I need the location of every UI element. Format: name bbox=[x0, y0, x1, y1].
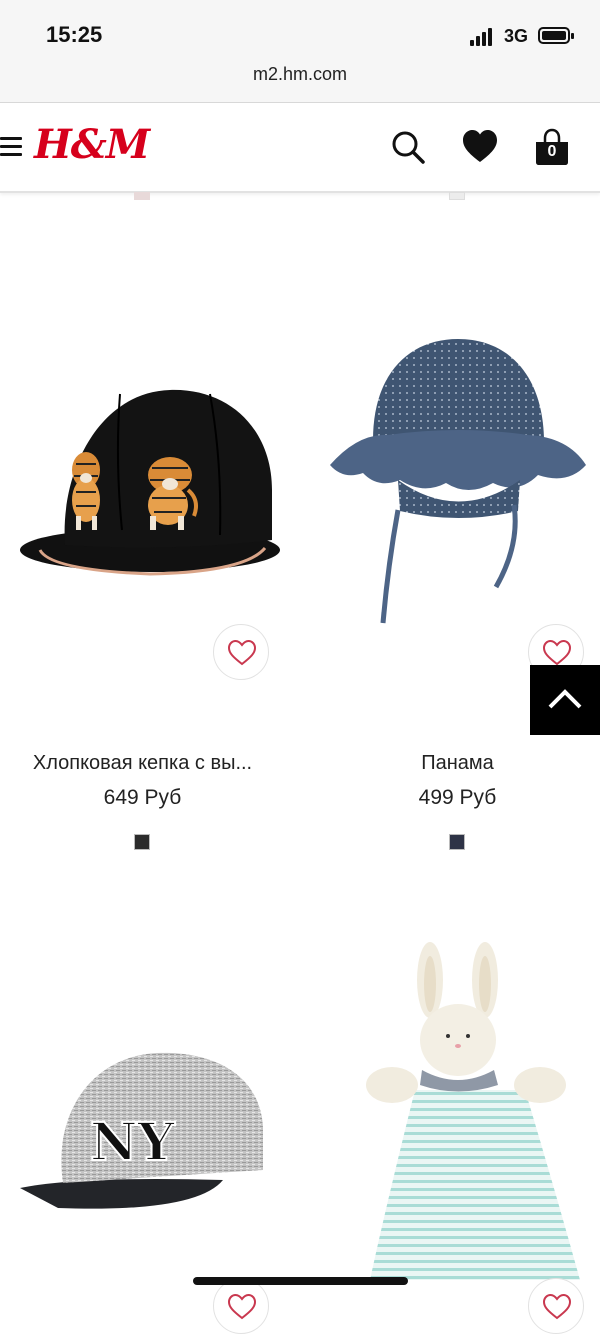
heart-outline-icon bbox=[227, 1293, 257, 1320]
product-image-bunny[interactable] bbox=[360, 940, 590, 1295]
product-image-hat[interactable] bbox=[328, 335, 590, 635]
site-header: H&M 0 bbox=[0, 103, 600, 193]
color-swatch[interactable] bbox=[449, 834, 465, 850]
home-indicator[interactable] bbox=[193, 1277, 408, 1285]
product-name[interactable]: Панама bbox=[315, 752, 600, 775]
color-swatch[interactable] bbox=[449, 192, 465, 200]
scroll-top-button[interactable] bbox=[530, 665, 600, 735]
search-icon[interactable] bbox=[388, 125, 428, 169]
color-swatch[interactable] bbox=[134, 192, 150, 200]
heart-outline-icon bbox=[542, 1293, 572, 1320]
wishlist-button[interactable] bbox=[213, 624, 269, 680]
product-price: 499 Руб bbox=[418, 786, 497, 809]
svg-text:NY: NY bbox=[90, 1112, 176, 1173]
address-bar[interactable]: m2.hm.com bbox=[0, 64, 600, 85]
battery-icon bbox=[538, 27, 574, 44]
signal-icon bbox=[470, 28, 496, 46]
hm-logo[interactable]: H&M bbox=[34, 121, 150, 168]
product-name[interactable]: Хлопковая кепка с вы... bbox=[0, 752, 285, 775]
wishlist-button[interactable] bbox=[213, 1278, 269, 1334]
heart-outline-icon bbox=[542, 639, 572, 666]
color-swatch[interactable] bbox=[134, 834, 150, 850]
heart-outline-icon bbox=[227, 639, 257, 666]
network-type: 3G bbox=[504, 26, 529, 46]
chevron-up-icon bbox=[548, 689, 582, 709]
wishlist-button[interactable] bbox=[528, 1278, 584, 1334]
product-price: 649 Руб bbox=[103, 786, 182, 809]
heart-icon[interactable] bbox=[460, 125, 500, 169]
product-image-cap[interactable] bbox=[10, 380, 290, 595]
product-image-ny-cap[interactable]: NY bbox=[18, 1048, 268, 1218]
cart-count: 0 bbox=[547, 143, 557, 160]
status-bar: 15:25 3G m2.hm.com bbox=[0, 0, 600, 103]
shopping-bag-icon[interactable]: 0 bbox=[532, 125, 572, 169]
status-time: 15:25 bbox=[46, 22, 103, 47]
hamburger-icon[interactable] bbox=[0, 137, 22, 157]
